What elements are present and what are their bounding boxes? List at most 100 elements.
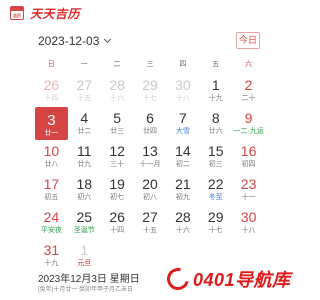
day-number: 6 <box>146 110 154 126</box>
day-cell[interactable]: 31 十九 <box>35 239 68 272</box>
weekday-header: 日一二三四五六 <box>35 59 265 71</box>
day-cell[interactable]: 28 十六 <box>101 74 134 107</box>
weekday-label: 一 <box>80 61 88 68</box>
lunar-label: 十六 <box>175 227 190 234</box>
lunar-label: 平安夜 <box>40 227 62 234</box>
day-number: 23 <box>240 176 257 192</box>
day-cell-selected[interactable]: 3 廿一 <box>35 107 68 140</box>
lunar-label: 初五 <box>44 194 59 201</box>
lunar-label: 圣诞节 <box>73 227 95 234</box>
lunar-label: 大雪 <box>175 128 190 135</box>
app-name: 天天吉历 <box>30 6 81 21</box>
today-button[interactable]: 今日 <box>236 32 260 49</box>
day-number: 14 <box>175 143 191 159</box>
day-cell[interactable]: 2 二十 <box>232 74 265 107</box>
day-number: 13 <box>142 143 158 159</box>
lunar-label: 初九 <box>175 194 190 201</box>
day-cell[interactable]: 28 十六 <box>166 206 199 239</box>
day-cell[interactable]: 29 十七 <box>134 74 167 107</box>
day-cell[interactable]: 4 廿二 <box>68 107 101 140</box>
day-number: 10 <box>43 143 60 159</box>
watermark-text: 0401导航库 <box>193 270 291 290</box>
day-cell[interactable]: 12 三十 <box>101 140 134 173</box>
lunar-label: 十五 <box>77 95 92 102</box>
date-picker-value: 2023-12-03 <box>38 34 100 48</box>
day-cell[interactable]: 6 廿四 <box>134 107 167 140</box>
day-cell[interactable]: 30 十八 <box>232 206 265 239</box>
day-number: 26 <box>43 77 60 93</box>
day-number: 11 <box>77 143 92 159</box>
day-cell[interactable]: 26 十四 <box>35 74 68 107</box>
day-cell[interactable]: 9 一二·九运 <box>232 107 265 140</box>
day-cell[interactable]: 14 初二 <box>166 140 199 173</box>
day-cell[interactable]: 13 十一月 <box>134 140 167 173</box>
day-number: 7 <box>178 110 187 126</box>
day-cell[interactable]: 1 元旦 <box>68 239 101 272</box>
day-number: 26 <box>109 209 125 225</box>
lunar-label: 十七 <box>208 227 223 234</box>
lunar-label: 廿六 <box>208 128 223 135</box>
lunar-label: 廿二 <box>77 128 92 135</box>
lunar-label: 十六 <box>110 95 125 102</box>
day-cell[interactable]: 8 廿六 <box>199 107 232 140</box>
day-cell[interactable]: 5 廿三 <box>101 107 134 140</box>
day-cell[interactable]: 1 十九 <box>199 74 232 107</box>
lunar-label: 初六 <box>77 194 92 201</box>
day-cell[interactable]: 20 初八 <box>134 173 167 206</box>
lunar-label: 十四 <box>44 95 59 102</box>
weekday-label: 五 <box>212 61 220 68</box>
day-number: 30 <box>240 209 257 225</box>
day-number: 27 <box>142 209 158 225</box>
day-cell[interactable]: 15 初三 <box>199 140 232 173</box>
day-cell[interactable]: 7 大雪 <box>166 107 199 140</box>
day-cell[interactable]: 23 十一 <box>232 173 265 206</box>
day-cell[interactable]: 19 初七 <box>101 173 134 206</box>
lunar-label: 十八 <box>241 227 256 234</box>
day-cell[interactable]: 21 初九 <box>166 173 199 206</box>
day-number: 16 <box>240 143 257 159</box>
day-cell[interactable]: 17 初五 <box>35 173 68 206</box>
day-cell[interactable]: 27 十五 <box>134 206 167 239</box>
day-number: 28 <box>109 77 125 93</box>
day-number: 1 <box>80 242 89 258</box>
day-number: 22 <box>207 176 224 192</box>
day-number: 31 <box>43 242 60 258</box>
day-number: 25 <box>76 209 93 225</box>
app-header: 吉历 天天吉历 <box>0 0 300 26</box>
day-cell[interactable]: 16 初四 <box>232 140 265 173</box>
day-cell[interactable]: 25 圣诞节 <box>68 206 101 239</box>
day-number: 30 <box>175 77 191 93</box>
day-cell[interactable]: 11 廿九 <box>68 140 101 173</box>
lunar-label: 十五 <box>142 227 157 234</box>
day-number: 24 <box>43 209 60 225</box>
lunar-label: 廿一 <box>44 130 59 137</box>
lunar-label: 十四 <box>110 227 125 234</box>
day-cell[interactable]: 18 初六 <box>68 173 101 206</box>
day-number: 2 <box>244 77 253 93</box>
site-watermark: 0401导航库 <box>162 263 291 295</box>
day-cell[interactable]: 27 十五 <box>68 74 101 107</box>
day-cell[interactable]: 29 十七 <box>199 206 232 239</box>
day-cell[interactable]: 24 平安夜 <box>35 206 68 239</box>
lunar-label: 冬至 <box>208 194 223 201</box>
date-picker[interactable]: 2023-12-03 <box>38 34 112 48</box>
day-number: 20 <box>142 176 158 192</box>
weekday-label: 二 <box>113 61 121 68</box>
lunar-label: 二十 <box>241 95 256 102</box>
lunar-label: 十一月 <box>139 161 161 168</box>
lunar-label: 廿九 <box>77 161 92 168</box>
day-cell[interactable]: 30 十八 <box>166 74 199 107</box>
day-number: 12 <box>109 143 125 159</box>
chevron-down-icon <box>104 35 112 43</box>
calendar-logo-icon: 吉历 <box>10 6 24 20</box>
day-cell[interactable]: 22 冬至 <box>199 173 232 206</box>
day-number: 1 <box>211 77 220 93</box>
day-number: 15 <box>207 143 224 159</box>
lunar-label: 廿八 <box>44 161 59 168</box>
day-number: 4 <box>80 110 89 126</box>
day-cell[interactable]: 26 十四 <box>101 206 134 239</box>
day-cell[interactable]: 10 廿八 <box>35 140 68 173</box>
weekday-label: 三 <box>146 61 154 68</box>
lunar-label: 十九 <box>44 260 59 267</box>
lunar-label: 初七 <box>110 194 125 201</box>
